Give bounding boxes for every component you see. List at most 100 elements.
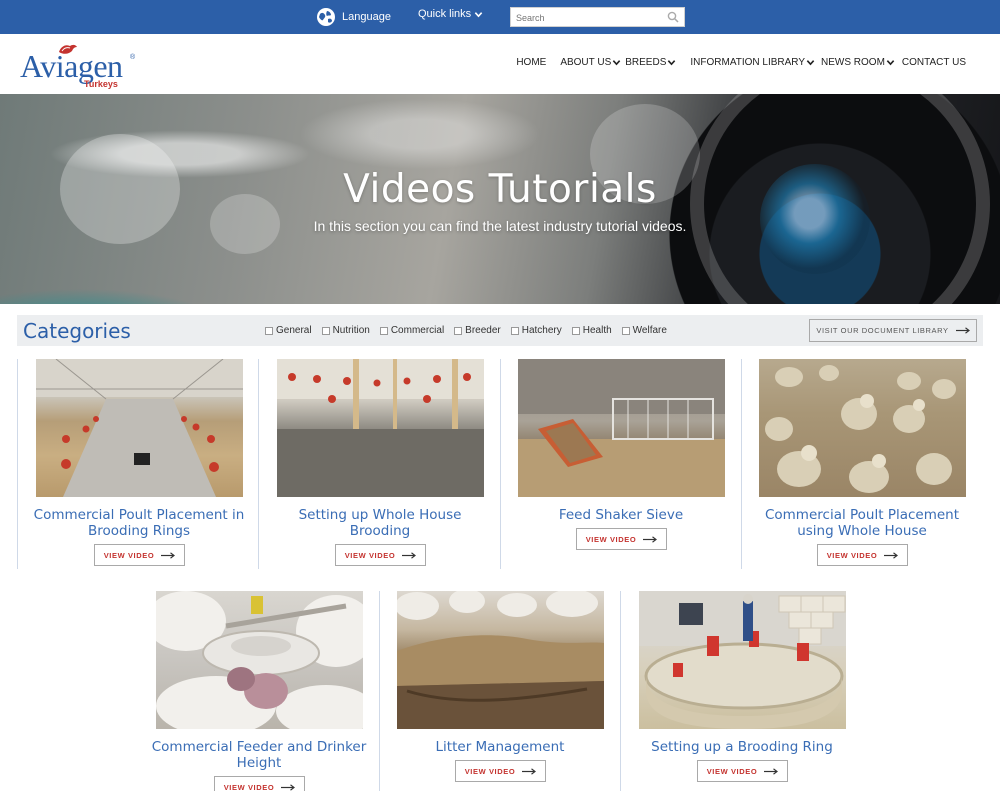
checkbox[interactable] [621,326,630,335]
nav-label: BREEDS [625,57,667,68]
nav-label: ABOUT US [560,57,612,68]
categories-bar: Categories General Nutrition Commercial … [17,315,983,346]
video-thumbnail[interactable] [397,591,604,729]
document-library-label: VISIT OUR DOCUMENT LIBRARY [816,326,949,335]
view-video-button[interactable]: VIEW VIDEO [576,528,667,550]
nav-news-room[interactable]: NEWS ROOM [821,57,895,68]
chevron-down-icon [886,60,895,66]
filter-label: General [276,325,312,336]
language-selector[interactable]: Language [316,7,391,27]
filter-welfare[interactable]: Welfare [621,325,667,336]
video-title[interactable]: Commercial Poult Placement using Whole H… [749,507,975,539]
video-thumbnail[interactable] [639,591,846,729]
view-video-button[interactable]: VIEW VIDEO [455,760,546,782]
nav-label: HOME [516,57,547,68]
filter-health[interactable]: Health [571,325,612,336]
whole-house-image [277,359,484,497]
globe-icon [317,8,335,26]
filter-label: Hatchery [521,325,562,336]
filter-general[interactable]: General [265,325,312,336]
nav-breeds[interactable]: BREEDS [625,57,676,68]
nav-label: INFORMATION LIBRARY [690,57,806,68]
search-icon[interactable] [667,11,679,23]
view-video-label: VIEW VIDEO [344,550,396,560]
chevron-down-icon [668,60,676,66]
checkbox[interactable] [571,326,580,335]
litter-image [397,591,604,729]
chevron-down-icon [474,11,483,17]
checkbox[interactable] [454,326,463,335]
nav-home[interactable]: HOME [516,57,546,68]
filter-breeder[interactable]: Breeder [454,325,501,336]
video-title[interactable]: Commercial Poult Placement in Brooding R… [26,507,252,539]
nav-label: CONTACT US [901,57,966,68]
video-thumbnail[interactable] [156,591,363,729]
video-title[interactable]: Setting up Whole House Brooding [267,507,493,539]
site-header: Aviagen ® Turkeys HOME ABOUT US BREEDS I… [0,34,1000,94]
nav-information-library[interactable]: INFORMATION LIBRARY [690,57,815,68]
video-title[interactable]: Feed Shaker Sieve [508,507,734,523]
checkbox[interactable] [321,326,330,335]
category-filters: General Nutrition Commercial Breeder Hat… [265,325,677,336]
feeder-drinker-image [156,591,363,729]
video-card: Feed Shaker Sieve VIEW VIDEO [500,359,742,569]
checkbox[interactable] [510,326,519,335]
logo-registered-mark: ® [130,54,136,61]
chevron-down-icon [613,60,621,66]
view-video-button[interactable]: VIEW VIDEO [94,544,185,566]
arrow-right-icon [161,551,176,559]
aviagen-logo[interactable]: Aviagen ® Turkeys [20,42,145,89]
logo-subtitle: Turkeys [84,79,118,89]
view-video-button[interactable]: VIEW VIDEO [335,544,426,566]
arrow-right-icon [281,783,296,791]
arrow-right-icon [643,535,658,543]
filter-nutrition[interactable]: Nutrition [321,325,370,336]
filter-label: Nutrition [332,325,370,336]
arrow-right-icon [764,767,779,775]
video-thumbnail[interactable] [277,359,484,497]
video-title[interactable]: Setting up a Brooding Ring [629,739,855,755]
language-label: Language [342,11,391,23]
top-utility-bar: Language Quick links [0,0,1000,34]
video-title[interactable]: Commercial Feeder and Drinker Height [146,739,372,771]
page-subtitle: In this section you can find the latest … [313,218,687,234]
categories-heading: Categories [23,319,131,343]
search-input[interactable] [511,9,661,27]
filter-label: Breeder [465,325,501,336]
quick-links-menu[interactable]: Quick links [418,8,483,20]
video-thumbnail[interactable] [759,359,966,497]
view-video-label: VIEW VIDEO [103,550,155,560]
view-video-label: VIEW VIDEO [826,550,878,560]
nav-contact-us[interactable]: CONTACT US [902,57,966,68]
feed-sieve-image [518,359,725,497]
checkbox[interactable] [379,326,388,335]
video-card: Commercial Poult Placement using Whole H… [741,359,983,569]
view-video-button[interactable]: VIEW VIDEO [697,760,788,782]
arrow-right-icon [402,551,417,559]
document-library-button[interactable]: VISIT OUR DOCUMENT LIBRARY [809,319,977,342]
arrow-right-icon [522,767,537,775]
video-card: Commercial Feeder and Drinker Height VIE… [138,591,380,791]
view-video-label: VIEW VIDEO [706,766,758,776]
view-video-label: VIEW VIDEO [585,534,637,544]
view-video-button[interactable]: VIEW VIDEO [817,544,908,566]
chevron-down-icon [806,60,815,66]
filter-hatchery[interactable]: Hatchery [510,325,562,336]
view-video-label: VIEW VIDEO [464,766,516,776]
view-video-button[interactable]: VIEW VIDEO [214,776,305,791]
filter-commercial[interactable]: Commercial [379,325,445,336]
video-title[interactable]: Litter Management [387,739,613,755]
video-thumbnail[interactable] [36,359,243,497]
main-navigation: HOME ABOUT US BREEDS INFORMATION LIBRARY… [516,57,966,68]
nav-about-us[interactable]: ABOUT US [560,57,621,68]
video-card: Setting up a Brooding Ring VIEW VIDEO [621,591,863,791]
page-title: Videos Tutorials [343,167,657,212]
arrow-right-icon [955,327,970,334]
checkbox[interactable] [265,326,273,335]
video-thumbnail[interactable] [518,359,725,497]
poultry-house-image [36,359,243,497]
video-card: Setting up Whole House Brooding VIEW VID… [259,359,501,569]
filter-label: Commercial [390,325,445,336]
video-card: Commercial Poult Placement in Brooding R… [17,359,259,569]
view-video-label: VIEW VIDEO [223,782,275,791]
